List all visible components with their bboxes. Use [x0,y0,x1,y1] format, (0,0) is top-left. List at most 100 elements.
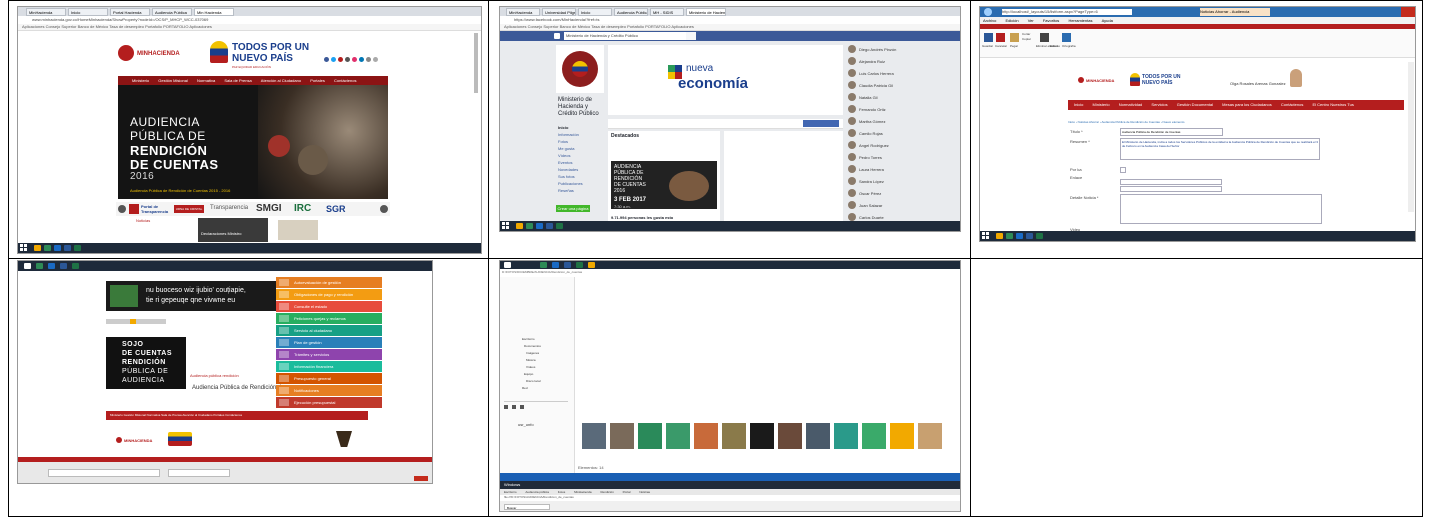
contact-name[interactable]: Fernando Ortiz [859,107,886,112]
ribbon-label[interactable]: Cancelar [995,44,1007,48]
contact-avatar[interactable] [848,45,856,53]
nav-ministerio[interactable]: Ministerio [1092,100,1109,110]
photo-thumb[interactable] [694,423,718,449]
page-menu-item[interactable]: Reseñas [558,188,574,193]
chrome-icon[interactable] [44,245,51,251]
search-input[interactable]: Buscar [504,504,550,510]
footer-nav[interactable]: Ministerio Gestión Misional Normativa Sa… [106,411,368,420]
partner-irc[interactable]: IRC [294,203,311,214]
nav-gestion[interactable]: Gestión Documental [1177,100,1213,110]
contact-name[interactable]: Claudia Patricia Gil [859,83,893,88]
mirrored-address-bar[interactable] [48,469,160,477]
close-window-icon[interactable] [414,476,428,481]
nav-prensa[interactable]: Sala de Prensa [224,76,251,85]
chrome-icon[interactable] [36,263,43,269]
spelling-icon[interactable] [1062,33,1071,42]
bookmarks-bar[interactable]: Aplicaciones Consejo Superior Banco de M… [500,24,960,31]
windows-start-icon[interactable] [20,244,28,252]
paste-icon[interactable] [1010,33,1019,42]
chrome-icon[interactable] [540,262,547,268]
service-band[interactable]: Plan de gestión [276,337,382,348]
browser-tab-active[interactable]: Noticias Ahorrar - Audiencia [1200,8,1270,16]
user-avatar[interactable] [1290,69,1302,87]
inner-taskbar-label[interactable]: Windows [504,482,520,487]
photo-thumb[interactable] [834,423,858,449]
page-menu-item[interactable]: Fotos [558,139,568,144]
back-icon[interactable] [984,8,992,16]
photo-thumb[interactable] [610,423,634,449]
user-name[interactable]: Olga Rosales Arenas Gonzalez [1230,81,1286,86]
summary-textarea[interactable]: El Ministerio de Hacienda, invita a todo… [1120,138,1320,160]
ribbon-label[interactable]: Copiar [1022,37,1031,41]
facebook-logo-icon[interactable] [554,33,560,39]
ie-icon[interactable] [54,245,61,251]
explorer-icon[interactable] [34,245,41,251]
nav-mesas[interactable]: Mesas para los Ciudadanos [1222,100,1272,110]
tool-icon[interactable] [512,405,516,409]
excel-icon[interactable] [576,262,583,268]
enlace-url-input[interactable] [1120,179,1222,185]
carousel-prev-icon[interactable] [118,205,126,213]
word-icon[interactable] [564,262,571,268]
page-menu-item[interactable]: Vídeos [558,153,570,158]
tool-icon[interactable] [520,405,524,409]
save-icon[interactable] [984,33,993,42]
contact-name[interactable]: Luis Carlos Herrera [859,71,894,76]
page-menu-item[interactable]: Sus fotos [558,174,575,179]
tool-icon[interactable] [504,405,508,409]
ie-icon[interactable] [1016,233,1023,239]
tree-item[interactable]: Escritorio [522,337,535,341]
service-band[interactable]: Obligaciones de pago y rendición [276,289,382,300]
news-thumb[interactable]: Declaraciones Ministro [198,218,268,242]
menu-ayuda[interactable]: Ayuda [1102,17,1113,24]
photo-thumb[interactable] [666,423,690,449]
photo-thumb[interactable] [806,423,830,449]
menu-ver[interactable]: Ver [1028,17,1034,24]
service-band[interactable]: Trámites y servicios [276,349,382,360]
browser-tab[interactable]: MH - SIDIS [650,8,684,16]
contact-name[interactable]: Angel Rodríguez [859,143,889,148]
nav-normativa[interactable]: Normativa [197,76,215,85]
photo-thumb[interactable] [890,423,914,449]
mirrored-tab[interactable] [168,469,230,477]
contact-avatar[interactable] [848,105,856,113]
contact-name[interactable]: Alejandra Ruiz [859,59,885,64]
photo-thumb[interactable] [862,423,886,449]
nav-contactenos[interactable]: Contáctenos [1281,100,1303,110]
chrome-icon[interactable] [526,223,533,229]
photo-thumb[interactable] [582,423,606,449]
contact-avatar[interactable] [848,201,856,209]
contact-name[interactable]: Carlos Duarte [859,215,884,220]
scrollbar[interactable] [1408,62,1414,212]
address-bar[interactable]: http://localhost/_layouts/15/listform.as… [1002,9,1132,15]
contact-avatar[interactable] [848,69,856,77]
menu-favoritos[interactable]: Favoritos [1043,17,1059,24]
browser-tab[interactable]: MinHacienda [26,8,66,16]
bookmarks-bar[interactable]: Aplicaciones Consejo Superior Banco de M… [18,24,481,31]
page-name[interactable]: Ministerio de Hacienda y Crédito Público [558,97,606,118]
page-avatar[interactable] [556,45,604,93]
nav-gestion[interactable]: Gestión Misional [158,76,188,85]
cover-photo[interactable]: nueva economía [608,45,843,115]
tree-item[interactable]: Disco local [526,379,541,383]
ribbon-label[interactable]: Ortografía [1062,44,1076,48]
tree-item[interactable]: Documentos [524,344,541,348]
word-icon[interactable] [546,223,553,229]
nav-portales[interactable]: Portales [310,76,325,85]
por-checkbox[interactable] [1120,167,1126,173]
nav-servicios[interactable]: Servicios [1151,100,1167,110]
news-heading[interactable]: Noticias [136,218,150,223]
nav-ministerio[interactable]: Ministerio [132,76,149,85]
contact-name[interactable]: Martha Gómez [859,119,885,124]
bottom-text[interactable]: Audiencia pública rendición [190,373,239,378]
browser-tab[interactable]: MinHacienda [506,8,540,16]
contact-name[interactable]: Natalia Gil [859,95,877,100]
contact-avatar[interactable] [848,93,856,101]
contact-avatar[interactable] [848,165,856,173]
nav-centro[interactable]: El Centro Nuestros Tus [1312,100,1353,110]
windows-start-icon[interactable] [24,263,31,269]
page-menu-item[interactable]: Eventos [558,160,572,165]
enlace-desc-input[interactable] [1120,186,1222,192]
explorer-icon[interactable] [516,223,523,229]
contact-name[interactable]: Pedro Torres [859,155,882,160]
